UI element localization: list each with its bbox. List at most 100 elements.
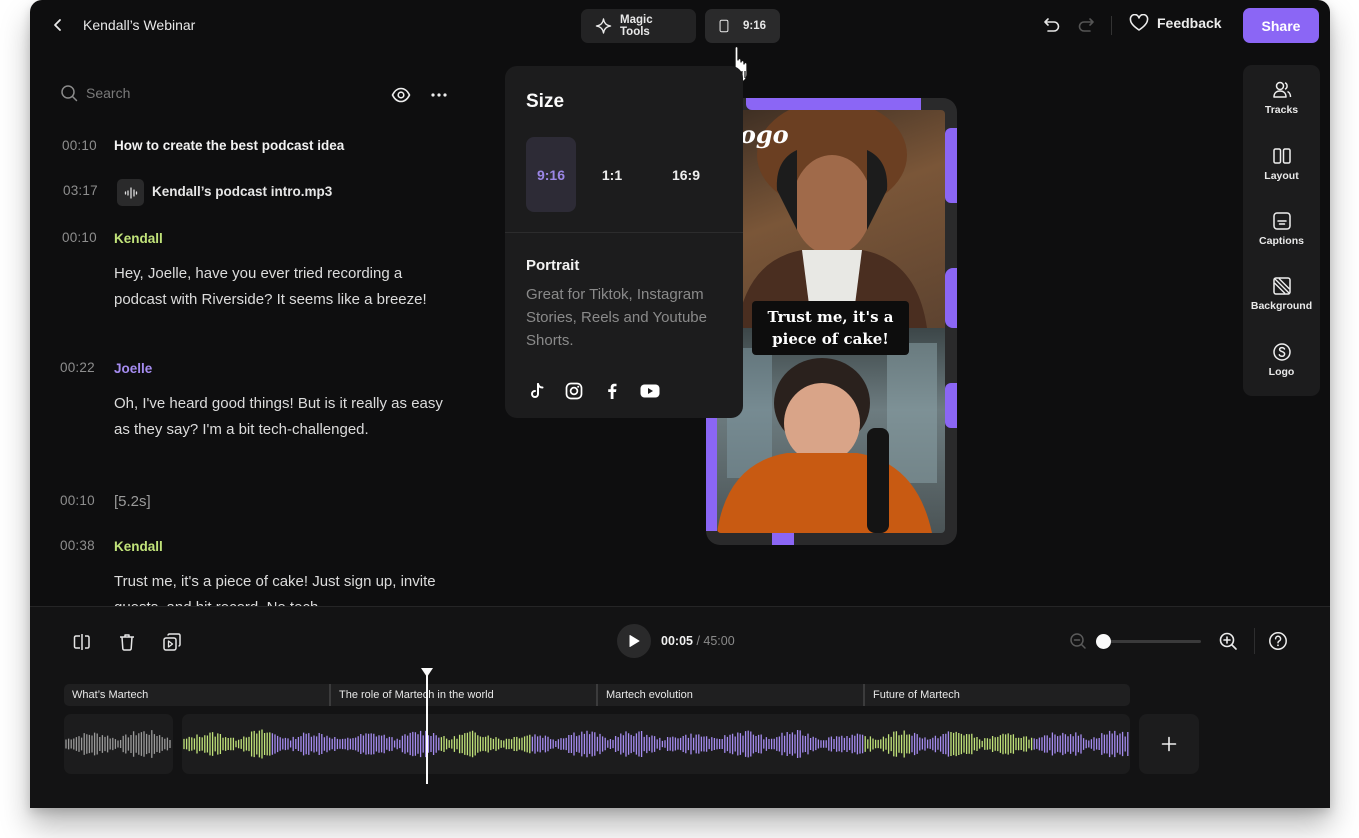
speaker-name[interactable]: Kendall — [114, 539, 163, 554]
rail-label: Background — [1250, 300, 1313, 312]
entry-timestamp[interactable]: 00:10 — [62, 138, 97, 153]
heart-icon — [1129, 14, 1149, 31]
duplicate-clip-button[interactable] — [161, 631, 183, 653]
zoom-slider-handle[interactable] — [1096, 634, 1111, 649]
audio-clip-intro[interactable] — [64, 714, 173, 774]
rail-item-logo[interactable]: Logo — [1243, 342, 1320, 402]
background-shape — [706, 416, 717, 531]
background-shape — [945, 268, 957, 328]
redo-icon — [1078, 18, 1094, 32]
background-shape — [772, 533, 794, 545]
rail-item-tracks[interactable]: Tracks — [1243, 80, 1320, 140]
transcript-text[interactable]: Oh, I've heard good things! But is it re… — [114, 391, 444, 442]
entry-timestamp[interactable]: 00:22 — [60, 360, 95, 375]
video-layout: Logo Trust me, it's a piece of cake! — [717, 110, 945, 533]
transcript-panel: 00:10 How to create the best podcast ide… — [30, 0, 490, 616]
help-icon — [1269, 632, 1287, 650]
plus-icon — [1161, 736, 1177, 752]
undo-icon — [1044, 18, 1060, 32]
chapter-segment[interactable]: The role of Martech in the world — [329, 684, 596, 706]
ratio-option-1-1[interactable]: 1:1 — [587, 137, 637, 212]
transcript-text[interactable]: Hey, Joelle, have you ever tried recordi… — [114, 261, 444, 312]
play-button[interactable] — [617, 624, 651, 658]
share-button[interactable]: Share — [1243, 8, 1319, 43]
logo-icon — [1272, 343, 1291, 361]
eye-icon — [391, 87, 411, 103]
magic-tools-button[interactable]: Magic Tools — [581, 9, 696, 43]
zoom-in-button[interactable] — [1218, 631, 1238, 656]
background-icon — [1272, 277, 1291, 295]
background-shape — [945, 383, 957, 428]
background-shape — [746, 98, 921, 110]
size-popover: Size 9:16 1:1 16:9 Portrait Great for Ti… — [505, 66, 743, 418]
zoom-in-icon — [1219, 632, 1237, 650]
entry-timestamp[interactable]: 00:10 — [62, 230, 97, 245]
pause-marker[interactable]: [5.2s] — [114, 489, 444, 515]
aspect-ratio-button[interactable]: 9:16 — [705, 9, 780, 43]
chapter-segment[interactable]: Future of Martech — [863, 684, 1130, 706]
popover-title: Size — [526, 91, 565, 112]
caption-overlay: Trust me, it's a piece of cake! — [752, 301, 909, 355]
rail-label: Logo — [1268, 366, 1295, 378]
audio-file-name[interactable]: Kendall’s podcast intro.mp3 — [152, 184, 332, 199]
editor-window: Kendall’s Webinar Magic Tools 9:16 Feedb… — [30, 0, 1330, 808]
rail-item-captions[interactable]: Captions — [1243, 211, 1320, 271]
aspect-ratio-label: 9:16 — [742, 20, 766, 32]
rail-label: Tracks — [1264, 104, 1299, 116]
playhead[interactable] — [421, 668, 433, 784]
entry-timestamp[interactable]: 00:38 — [60, 538, 95, 553]
format-description: Great for Tiktok, Instagram Stories, Ree… — [526, 286, 707, 349]
participant-silhouette — [717, 343, 937, 533]
speaker-name[interactable]: Kendall — [114, 231, 163, 246]
search-input[interactable] — [86, 85, 286, 101]
background-shape — [945, 128, 957, 203]
redo-button[interactable] — [1076, 15, 1096, 35]
search-field[interactable] — [60, 84, 360, 102]
delete-button[interactable] — [116, 631, 138, 653]
chapter-track: What’s Martech The role of Martech in th… — [64, 684, 1130, 706]
zoom-out-button[interactable] — [1069, 632, 1087, 655]
visibility-toggle[interactable] — [391, 85, 411, 110]
video-preview[interactable]: Logo Trust me, it's a piece of cake! — [706, 98, 957, 545]
chapter-segment[interactable]: Martech evolution — [596, 684, 863, 706]
undo-button[interactable] — [1042, 15, 1062, 35]
speaker-name[interactable]: Joelle — [114, 361, 152, 376]
youtube-icon — [639, 380, 661, 402]
phone-portrait-icon — [719, 19, 729, 33]
ratio-option-9-16[interactable]: 9:16 — [526, 137, 576, 212]
help-button[interactable] — [1268, 631, 1288, 656]
tiktok-icon — [526, 380, 548, 402]
ratio-option-16-9[interactable]: 16:9 — [661, 137, 711, 212]
rail-label: Layout — [1264, 170, 1299, 182]
users-icon — [1272, 81, 1291, 98]
timeline-panel: 00:05 / 45:00 What’s Martech The role of… — [30, 606, 1330, 808]
chapter-segment[interactable]: What’s Martech — [64, 684, 329, 706]
zoom-slider[interactable] — [1096, 634, 1201, 649]
tool-rail: Tracks Layout Captions Background Logo — [1243, 65, 1320, 396]
feedback-button[interactable]: Feedback — [1129, 14, 1222, 32]
add-clip-button[interactable] — [1139, 714, 1199, 774]
play-icon — [629, 635, 640, 647]
time-separator: / — [692, 634, 704, 648]
split-button[interactable] — [71, 631, 93, 653]
audio-file-chip[interactable] — [117, 179, 144, 206]
toolbar-divider — [1254, 628, 1255, 654]
facebook-icon — [601, 380, 623, 402]
participant-video-joelle — [717, 328, 945, 533]
popover-divider — [505, 232, 743, 233]
trash-icon — [120, 634, 134, 651]
entry-timestamp[interactable]: 03:17 — [63, 183, 98, 198]
more-options-button[interactable] — [430, 85, 448, 110]
toolbar-divider — [1111, 16, 1112, 35]
search-icon — [61, 85, 78, 102]
rail-item-layout[interactable]: Layout — [1243, 146, 1320, 206]
section-heading[interactable]: How to create the best podcast idea — [114, 138, 344, 153]
more-horizontal-icon — [431, 93, 447, 97]
rail-item-background[interactable]: Background — [1243, 276, 1320, 336]
format-name: Portrait — [526, 257, 580, 274]
feedback-label: Feedback — [1157, 15, 1222, 31]
audio-clip-main[interactable] — [182, 714, 1130, 774]
captions-icon — [1272, 212, 1291, 230]
playhead-handle[interactable] — [421, 668, 433, 677]
entry-timestamp[interactable]: 00:10 — [60, 493, 95, 508]
